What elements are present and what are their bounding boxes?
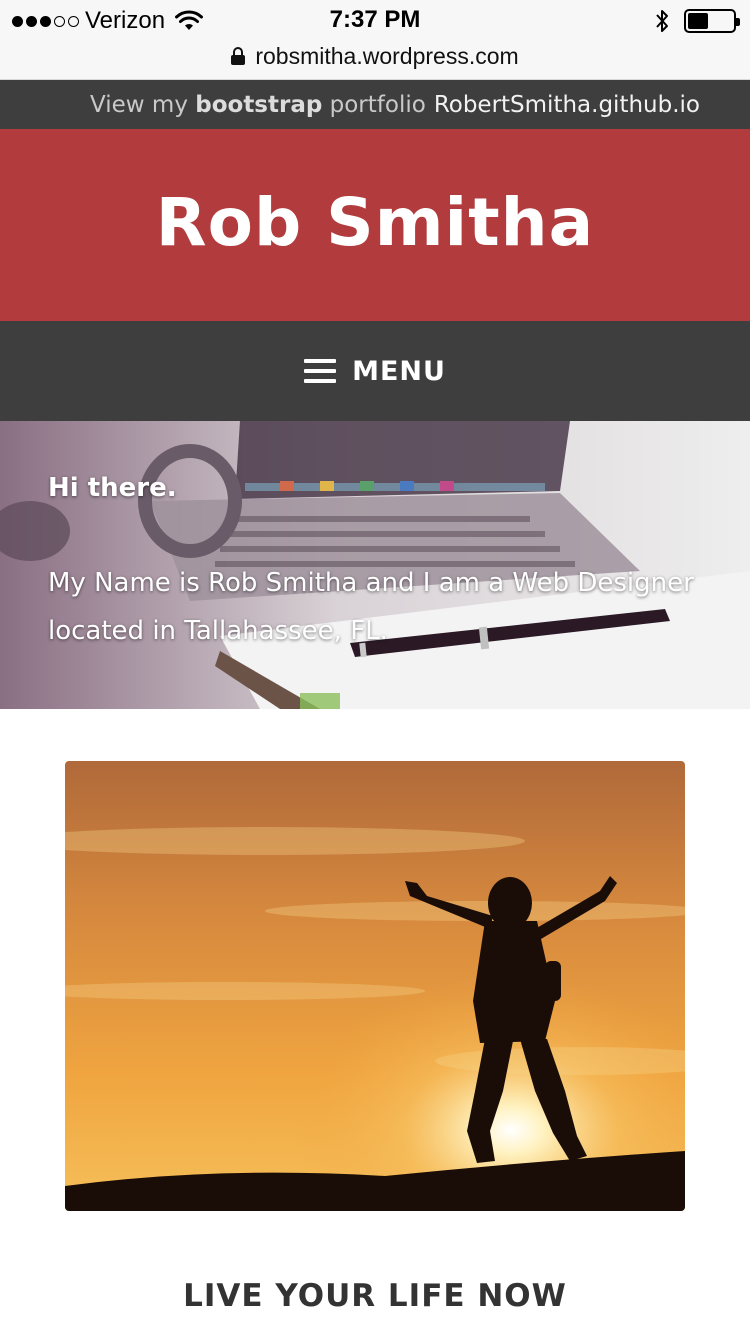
section-heading: LIVE YOUR LIFE NOW — [183, 1278, 567, 1314]
hero-intro-text: My Name is Rob Smitha and I am a Web Des… — [48, 568, 694, 646]
banner-middle: portfolio — [322, 91, 426, 118]
lock-icon — [231, 47, 246, 65]
portfolio-link[interactable]: RobertSmitha.github.io — [434, 92, 700, 118]
url-text[interactable]: robsmitha.wordpress.com — [255, 43, 518, 70]
sunset-silhouette-image — [65, 761, 685, 1211]
hamburger-icon — [304, 359, 337, 383]
battery-icon — [684, 9, 740, 33]
menu-label: MENU — [352, 355, 446, 387]
banner-prefix: View my — [90, 91, 196, 118]
battery-level — [688, 13, 708, 29]
ios-status-bar: Verizon 7:37 PM robsmitha.wordpress.com — [0, 0, 750, 80]
menu-toggle-button[interactable]: MENU — [0, 321, 750, 421]
feature-image — [65, 761, 685, 1211]
clock: 7:37 PM — [329, 6, 421, 33]
address-bar[interactable]: robsmitha.wordpress.com — [0, 40, 750, 72]
hero-greeting: Hi there. — [48, 473, 177, 503]
hero-section: Hi there. My Name is Rob Smitha and I am… — [0, 421, 750, 709]
site-header: Rob Smitha — [0, 129, 750, 321]
portfolio-banner: View my bootstrap portfolio RobertSmitha.… — [0, 80, 750, 129]
bluetooth-icon — [656, 10, 668, 32]
site-title[interactable]: Rob Smitha — [156, 184, 594, 261]
banner-emphasis: bootstrap — [195, 91, 323, 118]
